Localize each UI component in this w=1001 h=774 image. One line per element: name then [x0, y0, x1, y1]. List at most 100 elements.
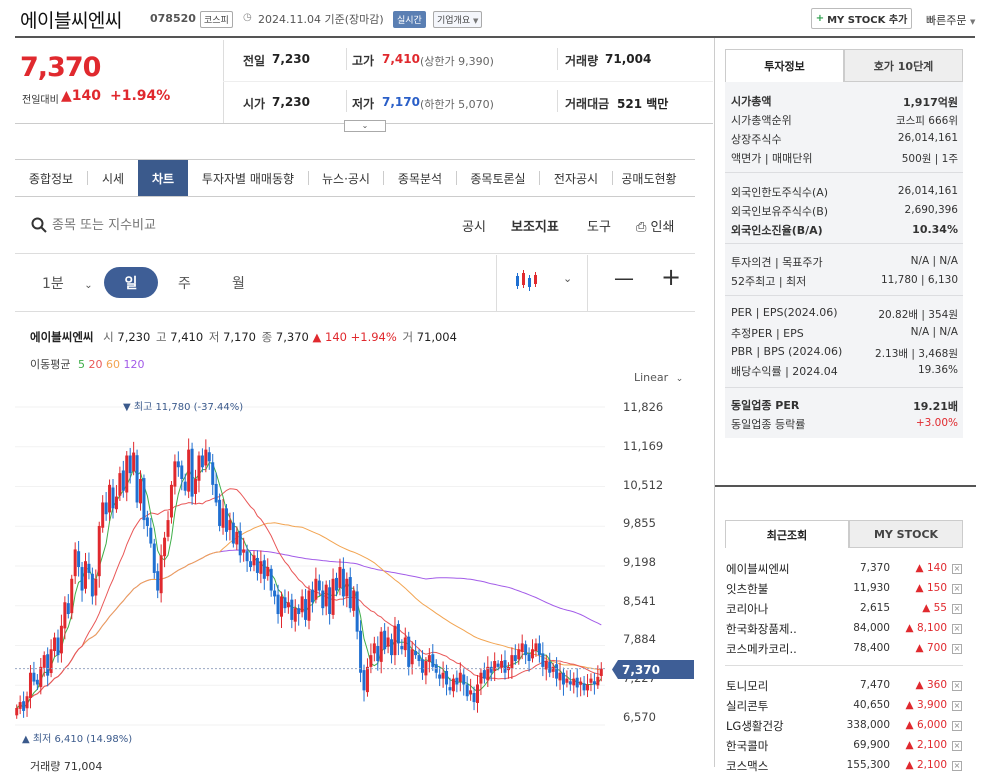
company-overview-dropdown[interactable]: 기업개요 ▼ [433, 11, 483, 28]
remove-recent-icon[interactable]: × [952, 584, 962, 594]
y-axis-tick-label: 11,169 [623, 439, 664, 453]
recent-stock-change: ▲ 3,900 [905, 699, 947, 711]
recent-stock-name[interactable]: 한국콜마 [726, 738, 768, 754]
candle-body [128, 455, 132, 474]
current-price-tag: 7,370 [612, 660, 694, 679]
disclosure-button[interactable]: 공시 [462, 216, 486, 235]
info-label: 외국인소진율(B/A) [731, 224, 823, 237]
price-chart[interactable] [15, 395, 605, 767]
remove-recent-icon[interactable]: × [952, 741, 962, 751]
candle-body [469, 690, 473, 695]
tab-discussion[interactable]: 종목토론실 [457, 160, 539, 196]
expand-chevron-icon[interactable]: ⌄ [344, 120, 386, 132]
candle-body [83, 561, 87, 589]
tab-orderbook[interactable]: 호가 10단계 [844, 49, 963, 82]
recent-stock-name[interactable]: 실리콘투 [726, 698, 768, 714]
stock-code: 078520 [150, 12, 196, 25]
tab-disclosure[interactable]: 전자공시 [540, 160, 612, 196]
tab-mystock[interactable]: MY STOCK [849, 520, 963, 548]
candle-body [15, 707, 19, 716]
candle-body [235, 531, 239, 545]
zoom-out-icon[interactable]: — [614, 266, 634, 290]
tab-chart[interactable]: 차트 [138, 160, 188, 196]
candle-body [259, 561, 263, 574]
tab-recent[interactable]: 최근조회 [725, 520, 849, 548]
drawing-tools-button[interactable]: 도구 [587, 216, 611, 235]
candle-body [527, 654, 531, 662]
candle-body [53, 637, 57, 652]
period-month[interactable]: 월 [232, 273, 245, 293]
candle-body [80, 567, 84, 591]
candle-body [335, 577, 339, 591]
recent-stock-name[interactable]: 코스맥스 [726, 758, 768, 774]
candle-body [70, 578, 74, 614]
compare-search-input[interactable] [52, 214, 252, 236]
recent-stock-name[interactable]: LG생활건강 [726, 718, 784, 734]
tab-overview[interactable]: 종합정보 [15, 160, 87, 196]
recent-stock-name[interactable]: 에이블씨엔씨 [726, 561, 789, 577]
remove-recent-icon[interactable]: × [952, 681, 962, 691]
candle-body [238, 530, 242, 556]
tab-short-selling[interactable]: 공매도현황 [613, 160, 685, 196]
tab-quotes[interactable]: 시세 [88, 160, 138, 196]
candle-body [599, 668, 603, 676]
info-label: 투자의견 | 목표주가 [731, 256, 823, 269]
recent-stock-name[interactable]: 잇츠한불 [726, 581, 768, 597]
remove-recent-icon[interactable]: × [952, 701, 962, 711]
tab-invest-info[interactable]: 투자정보 [725, 49, 844, 82]
candle-body [135, 455, 139, 503]
candle-body [169, 484, 173, 518]
moving-average-legend[interactable]: 이동평균 5 20 60 120 [30, 356, 144, 372]
amount-label: 거래대금 [565, 97, 610, 111]
candle-body [142, 478, 146, 521]
candle-body [125, 455, 129, 493]
tab-analysis[interactable]: 종목분석 [384, 160, 456, 196]
candle-body [427, 655, 431, 662]
candle-body [372, 643, 376, 654]
candle-body [331, 578, 335, 615]
candle-body [49, 649, 53, 674]
candle-body [166, 520, 170, 537]
candle-body [582, 683, 586, 691]
market-badge: 코스피 [200, 11, 233, 28]
scale-dropdown[interactable]: Linear ⌄ [634, 371, 683, 384]
info-value: 19.36% [917, 364, 958, 376]
candle-body [596, 676, 600, 686]
remove-recent-icon[interactable]: × [952, 644, 962, 654]
remove-recent-icon[interactable]: × [952, 721, 962, 731]
period-day[interactable]: 일 [104, 267, 158, 298]
candle-body [180, 465, 184, 479]
candle-body [18, 702, 22, 709]
print-button[interactable]: ⎙ 인쇄 [636, 216, 674, 235]
chart-type-chevron-icon[interactable]: ⌄ [563, 272, 572, 285]
candle-body [39, 666, 43, 688]
tab-investor-trading[interactable]: 투자자별 매매동향 [188, 160, 308, 196]
tab-news[interactable]: 뉴스·공시 [309, 160, 383, 196]
candle-body [28, 672, 32, 698]
amount-value: 521 백만 [617, 97, 669, 111]
remove-recent-icon[interactable]: × [952, 761, 962, 771]
recent-stock-name[interactable]: 코스메카코리.. [726, 641, 797, 657]
candle-body [101, 502, 105, 528]
search-icon[interactable] [31, 217, 47, 233]
period-week[interactable]: 주 [178, 273, 191, 293]
recent-stock-name[interactable]: 코리아나 [726, 601, 768, 617]
recent-stock-name[interactable]: 한국화장품제.. [726, 621, 797, 637]
recent-stock-name[interactable]: 토니모리 [726, 678, 768, 694]
header-divider [15, 36, 975, 38]
candlestick-type-icon[interactable] [515, 270, 539, 292]
candle-body [352, 590, 356, 611]
info-label: 외국인한도주식수(A) [731, 186, 829, 199]
period-minute[interactable]: 1분 ⌄ [42, 273, 93, 293]
remove-recent-icon[interactable]: × [952, 624, 962, 634]
remove-recent-icon[interactable]: × [952, 564, 962, 574]
indicators-button[interactable]: 보조지표 [511, 216, 559, 235]
remove-recent-icon[interactable]: × [952, 604, 962, 614]
zoom-in-icon[interactable]: + [661, 265, 681, 289]
add-mystock-button[interactable]: + MY STOCK 추가 [811, 8, 912, 29]
candle-body [482, 670, 486, 679]
candle-body [273, 590, 277, 597]
realtime-badge[interactable]: 실시간 [393, 11, 426, 28]
quick-order-button[interactable]: 빠른주문 ▼ [926, 12, 975, 28]
info-label: PBR | BPS (2024.06) [731, 345, 843, 358]
